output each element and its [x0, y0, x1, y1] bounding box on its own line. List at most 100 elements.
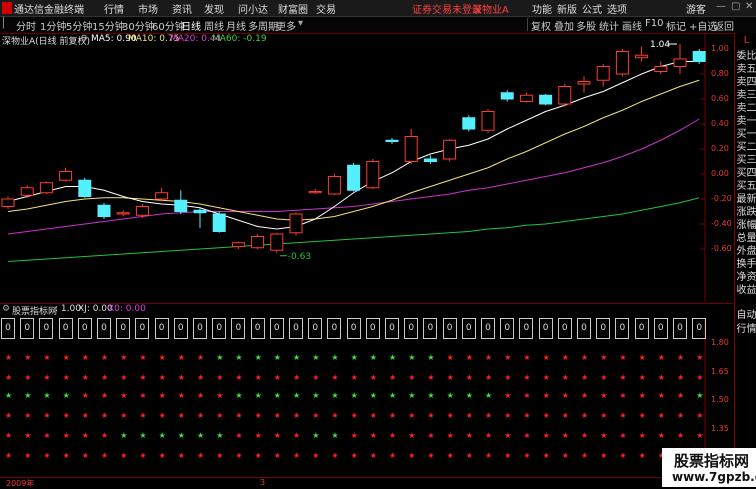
btn-biaoji[interactable]: 标记: [666, 18, 686, 33]
signal-star-icon: ★: [81, 391, 89, 400]
btn-f10[interactable]: F10: [645, 18, 663, 29]
signal-star-icon: ★: [523, 353, 531, 362]
menu-shichang[interactable]: 市场: [138, 1, 158, 16]
quote-field[interactable]: 卖五: [736, 63, 756, 76]
candle-up: [231, 242, 245, 247]
quote-field[interactable]: 买一: [736, 128, 756, 141]
menu-wenxiaoda[interactable]: 问小达: [238, 1, 268, 16]
signal-star-icon: ★: [638, 411, 646, 420]
menu-jiaoyi[interactable]: 交易: [316, 1, 336, 16]
signal-star-icon: ★: [158, 353, 166, 362]
signal-star-icon: ★: [139, 451, 147, 460]
tab-monthly[interactable]: 月线: [226, 18, 246, 33]
indicator-gear-icon[interactable]: ⚙: [2, 304, 10, 314]
signal-star-icon: ★: [523, 431, 531, 440]
quote-field[interactable]: 外盘: [736, 245, 756, 258]
signal-star-icon: ★: [139, 373, 147, 382]
tab-daily[interactable]: 日线: [181, 18, 201, 33]
signal-star-icon: ★: [350, 373, 358, 382]
signal-star-icon: ★: [24, 373, 32, 382]
btn-diejia[interactable]: 叠加: [554, 18, 574, 33]
quote-panel-toggle[interactable]: 行情: [736, 323, 756, 336]
signal-star-icon: ★: [408, 391, 416, 400]
quote-field[interactable]: 委比: [736, 50, 756, 63]
quote-field[interactable]: 买三: [736, 154, 756, 167]
signal-star-icon: ★: [177, 391, 185, 400]
quote-field[interactable]: 卖四: [736, 76, 756, 89]
signal-star-icon: ★: [523, 411, 531, 420]
menu-zixun[interactable]: 资讯: [172, 1, 192, 16]
quote-field[interactable]: 卖一: [736, 115, 756, 128]
tab-5min[interactable]: 5分钟: [66, 18, 92, 33]
tab-multi-period[interactable]: 多周期: [248, 18, 278, 33]
quote-field[interactable]: 买二: [736, 141, 756, 154]
menu-gongneng[interactable]: 功能: [532, 1, 552, 16]
stock-tag[interactable]: 深物业A: [472, 1, 509, 16]
signal-star-icon: ★: [5, 431, 13, 440]
tab-60min[interactable]: 60分钟: [152, 18, 185, 33]
signal-star-icon: ★: [657, 391, 665, 400]
menu-xinban[interactable]: 新版: [557, 1, 577, 16]
tab-30min[interactable]: 30分钟: [122, 18, 155, 33]
signal-star-icon: ★: [293, 373, 301, 382]
signal-star-icon: ★: [696, 391, 704, 400]
quote-field[interactable]: 卖三: [736, 89, 756, 102]
quote-field[interactable]: 换手: [736, 258, 756, 271]
signal-star-icon: ★: [197, 451, 205, 460]
signal-star-icon: ★: [389, 353, 397, 362]
candle-up: [59, 171, 73, 181]
tab-fenshi[interactable]: 分时: [16, 18, 36, 33]
signal-star-icon: ★: [158, 431, 166, 440]
quote-field[interactable]: 买五: [736, 180, 756, 193]
indicator-title[interactable]: 股票指标网: [12, 304, 57, 317]
btn-huaxian[interactable]: 画线: [622, 18, 642, 33]
signal-star-icon: ★: [235, 431, 243, 440]
price-axis-label: 0.00: [711, 169, 729, 178]
signal-box: 0: [173, 318, 188, 339]
btn-fuquan[interactable]: 复权: [531, 18, 551, 33]
signal-star-icon: ★: [485, 451, 493, 460]
quote-field[interactable]: 净资: [736, 271, 756, 284]
menu-xuanxiang[interactable]: 选项: [607, 1, 627, 16]
quote-field[interactable]: 涨跌: [736, 206, 756, 219]
signal-star-icon: ★: [561, 431, 569, 440]
signal-star-icon: ★: [62, 411, 70, 420]
kline-chart[interactable]: 1.04 -0.63: [0, 34, 733, 302]
close-icon[interactable]: ✕: [745, 1, 753, 12]
quote-field[interactable]: 收益: [736, 284, 756, 297]
quote-field[interactable]: 总量: [736, 232, 756, 245]
signal-star-icon: ★: [139, 431, 147, 440]
signal-star-icon: ★: [696, 431, 704, 440]
signal-star-icon: ★: [638, 391, 646, 400]
signal-star-icon: ★: [312, 353, 320, 362]
menu-faxian[interactable]: 发现: [204, 1, 224, 16]
quote-field[interactable]: L: [736, 34, 756, 47]
quote-field[interactable]: 最新: [736, 193, 756, 206]
menu-caifuquan[interactable]: 财富圈: [278, 1, 308, 16]
quote-panel-toggle[interactable]: 自动: [736, 309, 756, 322]
signal-star-icon: ★: [331, 431, 339, 440]
quote-field[interactable]: 涨幅: [736, 219, 756, 232]
tab-15min[interactable]: 15分钟: [92, 18, 125, 33]
menu-hangqing[interactable]: 行情: [104, 1, 124, 16]
signal-star-icon: ★: [5, 411, 13, 420]
date-axis: 2009年 3: [0, 477, 733, 488]
maximize-icon[interactable]: ▢: [731, 1, 740, 12]
guest-label[interactable]: 游客: [686, 1, 706, 16]
signal-star-icon: ★: [43, 411, 51, 420]
signal-star-icon: ★: [81, 411, 89, 420]
btn-duogu[interactable]: 多股: [576, 18, 596, 33]
btn-back[interactable]: 返回: [714, 18, 734, 33]
menu-gongshi[interactable]: 公式: [582, 1, 602, 16]
tab-weekly[interactable]: 周线: [204, 18, 224, 33]
btn-tongji[interactable]: 统计: [599, 18, 619, 33]
more-dropdown-icon[interactable]: ▾: [298, 18, 303, 29]
quote-field[interactable]: 买四: [736, 167, 756, 180]
tab-more[interactable]: 更多: [276, 18, 296, 33]
candle-down: [692, 51, 706, 62]
tab-1min[interactable]: 1分钟: [40, 18, 66, 33]
quote-field[interactable]: 卖二: [736, 102, 756, 115]
signal-star-icon: ★: [657, 373, 665, 382]
price-axis-label: 1.00: [711, 44, 729, 53]
minimize-icon[interactable]: —: [716, 1, 726, 12]
